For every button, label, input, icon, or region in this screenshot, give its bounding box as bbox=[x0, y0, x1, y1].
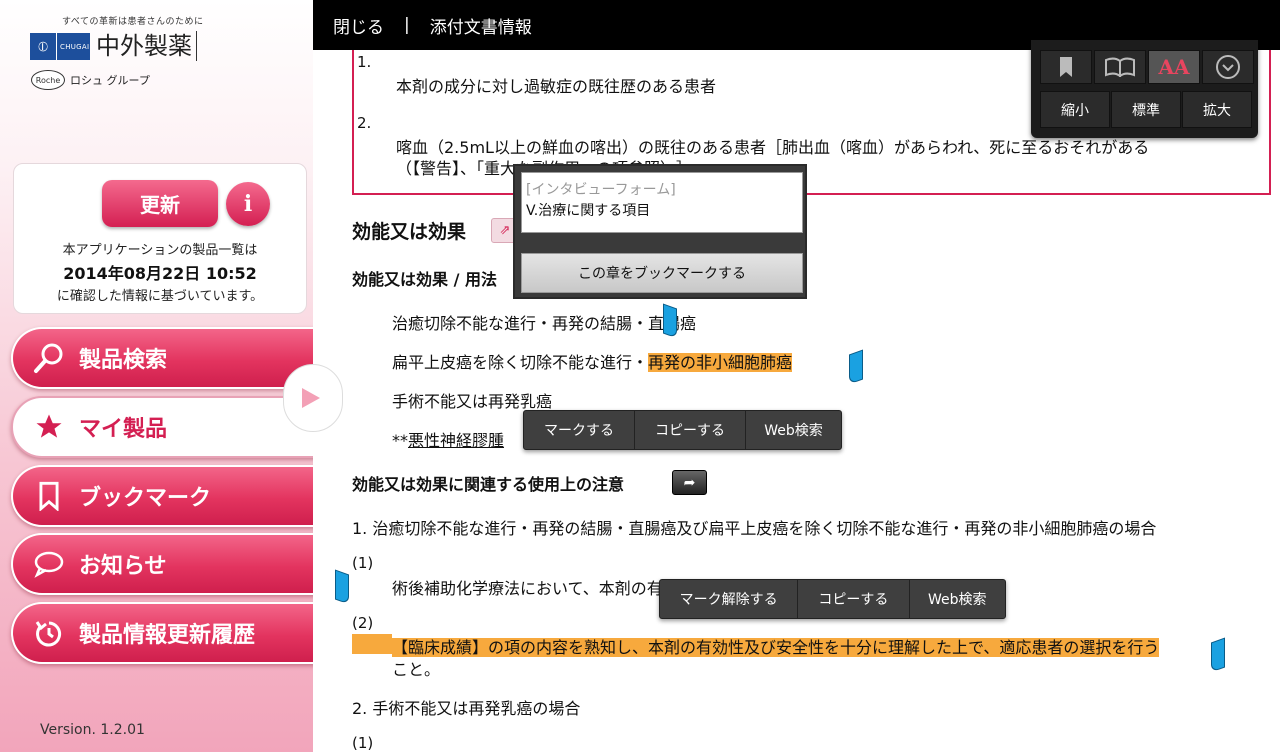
mark-button[interactable]: マークする bbox=[524, 411, 635, 449]
share-arrow-icon: ➦ bbox=[683, 474, 696, 491]
unmark-button[interactable]: マーク解除する bbox=[660, 580, 799, 618]
app-window: すべての革新は患者さんのために ⦶ CHUGAI 中外製薬 Roche ロシュ … bbox=[0, 0, 1280, 752]
nav-label: 製品検索 bbox=[79, 348, 168, 373]
version-label: Version. 1.2.01 bbox=[40, 722, 145, 738]
sidebar: すべての革新は患者さんのために ⦶ CHUGAI 中外製薬 Roche ロシュ … bbox=[0, 0, 313, 752]
dropdown-icon[interactable] bbox=[1202, 50, 1254, 84]
nav-label: ブックマーク bbox=[79, 486, 212, 511]
indication-text: 扁平上皮癌を除く切除不能な進行・ bbox=[392, 353, 649, 372]
nav-bookmarks[interactable]: ブックマーク bbox=[11, 465, 313, 527]
font-standard-button[interactable]: 標準 bbox=[1111, 91, 1181, 128]
font-size-icon[interactable]: AA bbox=[1148, 50, 1200, 84]
bookmark-title-input[interactable]: [インタビューフォーム] V.治療に関する項目 bbox=[521, 172, 803, 233]
update-note: 本アプリケーションの製品一覧は bbox=[62, 243, 258, 258]
selected-text[interactable]: 悪性神経膠腫 bbox=[408, 431, 504, 450]
list-number: (1) bbox=[352, 734, 374, 752]
share-button[interactable]: ➦ bbox=[672, 470, 707, 495]
copy-button[interactable]: コピーする bbox=[635, 411, 746, 449]
font-size-panel: AA 縮小 標準 拡大 bbox=[1031, 40, 1258, 138]
share-icon: ⇗ bbox=[499, 223, 511, 238]
update-datetime: 2014年08月22日 10:52 bbox=[63, 264, 257, 283]
page-title: 添付文書情報 bbox=[429, 17, 532, 38]
precaution-subitem-cont: こと。 bbox=[392, 660, 441, 679]
roche-group-label: ロシュ グループ bbox=[70, 74, 150, 87]
copy-button[interactable]: コピーする bbox=[798, 580, 910, 618]
close-button[interactable]: 閉じる bbox=[333, 13, 384, 38]
precautions-title: 効能又は効果に関連する使用上の注意 bbox=[352, 475, 625, 494]
search-icon bbox=[31, 340, 67, 376]
web-search-button[interactable]: Web検索 bbox=[910, 580, 1005, 618]
section-title: 効能又は効果 bbox=[352, 221, 467, 243]
bookmark-icon bbox=[31, 478, 67, 514]
selection-end-handle[interactable] bbox=[1211, 637, 1225, 673]
highlighted-text[interactable]: 【臨床成績】の項の内容を熟知し、本剤の有効性及び安全性を十分に理解した上で、適応… bbox=[392, 638, 1160, 657]
document-viewer: 閉じる | 添付文書情報 1. 本剤の成分に対し過敏症の既往歴のある患者 2. … bbox=[313, 0, 1280, 752]
font-shrink-button[interactable]: 縮小 bbox=[1040, 91, 1110, 128]
star-icon bbox=[31, 409, 67, 445]
title-separator: | bbox=[404, 15, 410, 35]
chugai-logo: ⦶ CHUGAI bbox=[30, 33, 90, 60]
nav-label: マイ製品 bbox=[79, 417, 168, 442]
brand-tagline: すべての革新は患者さんのために bbox=[62, 17, 204, 27]
update-card: 更新 i 本アプリケーションの製品一覧は 2014年08月22日 10:52 に… bbox=[13, 163, 307, 314]
nav-news[interactable]: お知らせ bbox=[11, 533, 313, 595]
update-note-suffix: に確認した情報に基づいています。 bbox=[56, 289, 264, 304]
bookmark-input-placeholder: [インタビューフォーム] bbox=[526, 182, 676, 198]
speech-bubble-icon bbox=[31, 546, 67, 582]
text-selection-toolbar: マークする コピーする Web検索 bbox=[523, 410, 842, 450]
web-search-button[interactable]: Web検索 bbox=[746, 411, 841, 449]
precaution-item: 1. 治癒切除不能な進行・再発の結腸・直腸癌及び扁平上皮癌を除く切除不能な進行・… bbox=[352, 519, 1157, 538]
highlight-toolbar: マーク解除する コピーする Web検索 bbox=[659, 579, 1006, 619]
book-icon[interactable] bbox=[1094, 50, 1146, 84]
play-arrow-icon bbox=[302, 388, 320, 408]
nav-update-history[interactable]: 製品情報更新履歴 bbox=[11, 602, 313, 664]
font-enlarge-button[interactable]: 拡大 bbox=[1182, 91, 1252, 128]
bookmark-chapter-button[interactable]: この章をブックマークする bbox=[521, 253, 803, 293]
nav-my-products[interactable]: マイ製品 bbox=[11, 396, 313, 458]
selection-end-handle[interactable] bbox=[849, 349, 863, 385]
indication-item[interactable]: 手術不能又は再発乳癌 bbox=[392, 388, 552, 412]
highlight-indent bbox=[352, 634, 392, 654]
contraindication-item: 本剤の成分に対し過敏症の既往歴のある患者 bbox=[396, 77, 717, 96]
indication-item[interactable]: 治癒切除不能な進行・再発の結腸・直腸癌 bbox=[392, 310, 696, 334]
subsection-title: 効能又は効果 / 用法 bbox=[352, 270, 497, 289]
list-number: 2. bbox=[357, 114, 372, 132]
nav-label: お知らせ bbox=[79, 554, 167, 579]
asterisk-mark: ** bbox=[392, 431, 408, 450]
precaution-subitem[interactable]: 【臨床成績】の項の内容を熟知し、本剤の有効性及び安全性を十分に理解した上で、適応… bbox=[352, 634, 1260, 658]
bookmark-input-value: V.治療に関する項目 bbox=[526, 203, 651, 219]
list-number: (1) bbox=[352, 554, 374, 572]
info-button[interactable]: i bbox=[226, 182, 270, 226]
update-button[interactable]: 更新 bbox=[102, 180, 218, 227]
bookmark-popup: [インタビューフォーム] V.治療に関する項目 この章をブックマークする bbox=[513, 164, 807, 299]
bookmark-icon[interactable] bbox=[1040, 50, 1092, 84]
indication-item[interactable]: 扁平上皮癌を除く切除不能な進行・再発の非小細胞肺癌 bbox=[392, 349, 793, 373]
list-number: (2) bbox=[352, 614, 374, 632]
list-number: 1. bbox=[357, 53, 372, 71]
company-name: 中外製薬 bbox=[96, 31, 197, 61]
history-icon bbox=[31, 615, 67, 651]
precaution-item: 2. 手術不能又は再発乳癌の場合 bbox=[352, 699, 581, 718]
roche-logo: Roche bbox=[31, 70, 65, 90]
nav-label: 製品情報更新履歴 bbox=[79, 623, 256, 648]
selection-start-handle[interactable] bbox=[663, 303, 677, 339]
selection-start-handle[interactable] bbox=[335, 569, 349, 605]
sidebar-toggle[interactable] bbox=[283, 364, 343, 432]
nav-product-search[interactable]: 製品検索 bbox=[11, 327, 313, 389]
chugai-logo-icon: ⦶ bbox=[30, 33, 57, 60]
highlighted-text[interactable]: 再発の非小細胞肺癌 bbox=[648, 353, 793, 372]
chugai-logo-text: CHUGAI bbox=[60, 42, 90, 51]
indication-item[interactable]: **悪性神経膠腫 bbox=[392, 427, 504, 451]
